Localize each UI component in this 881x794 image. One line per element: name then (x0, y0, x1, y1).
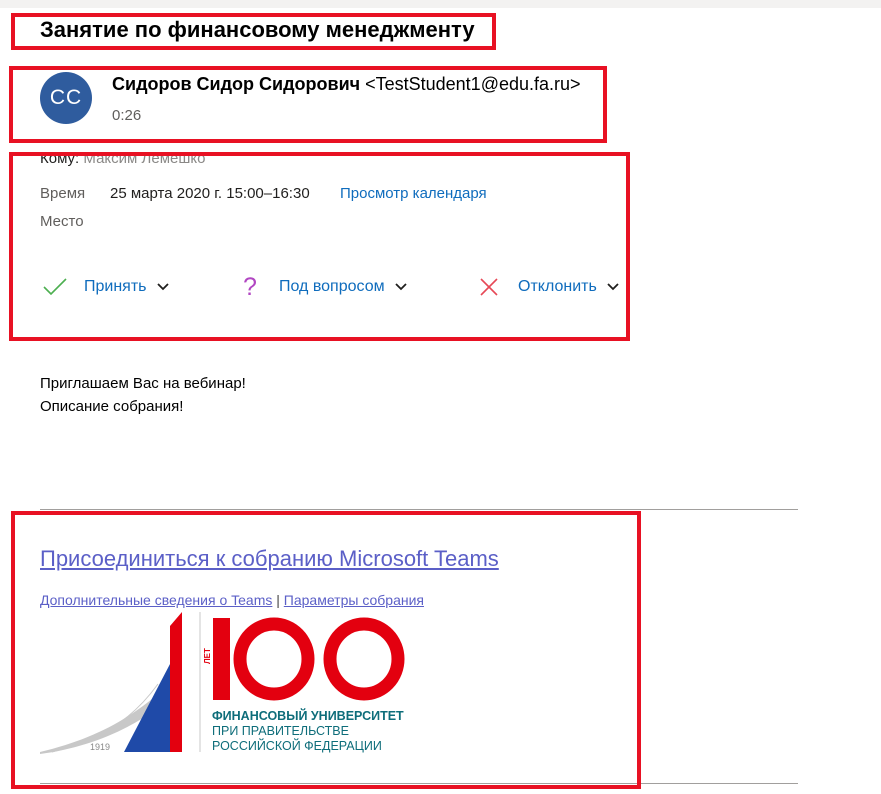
annotation-box-subject (11, 13, 496, 50)
top-bar (0, 0, 881, 8)
annotation-box-teams (11, 511, 641, 789)
body-line: Приглашаем Вас на вебинар! (40, 375, 246, 392)
email-body: Приглашаем Вас на вебинар! Описание собр… (40, 372, 246, 418)
body-line: Описание собрания! (40, 398, 184, 415)
divider (40, 509, 798, 510)
annotation-box-meeting (9, 152, 630, 341)
annotation-box-sender (9, 66, 607, 143)
